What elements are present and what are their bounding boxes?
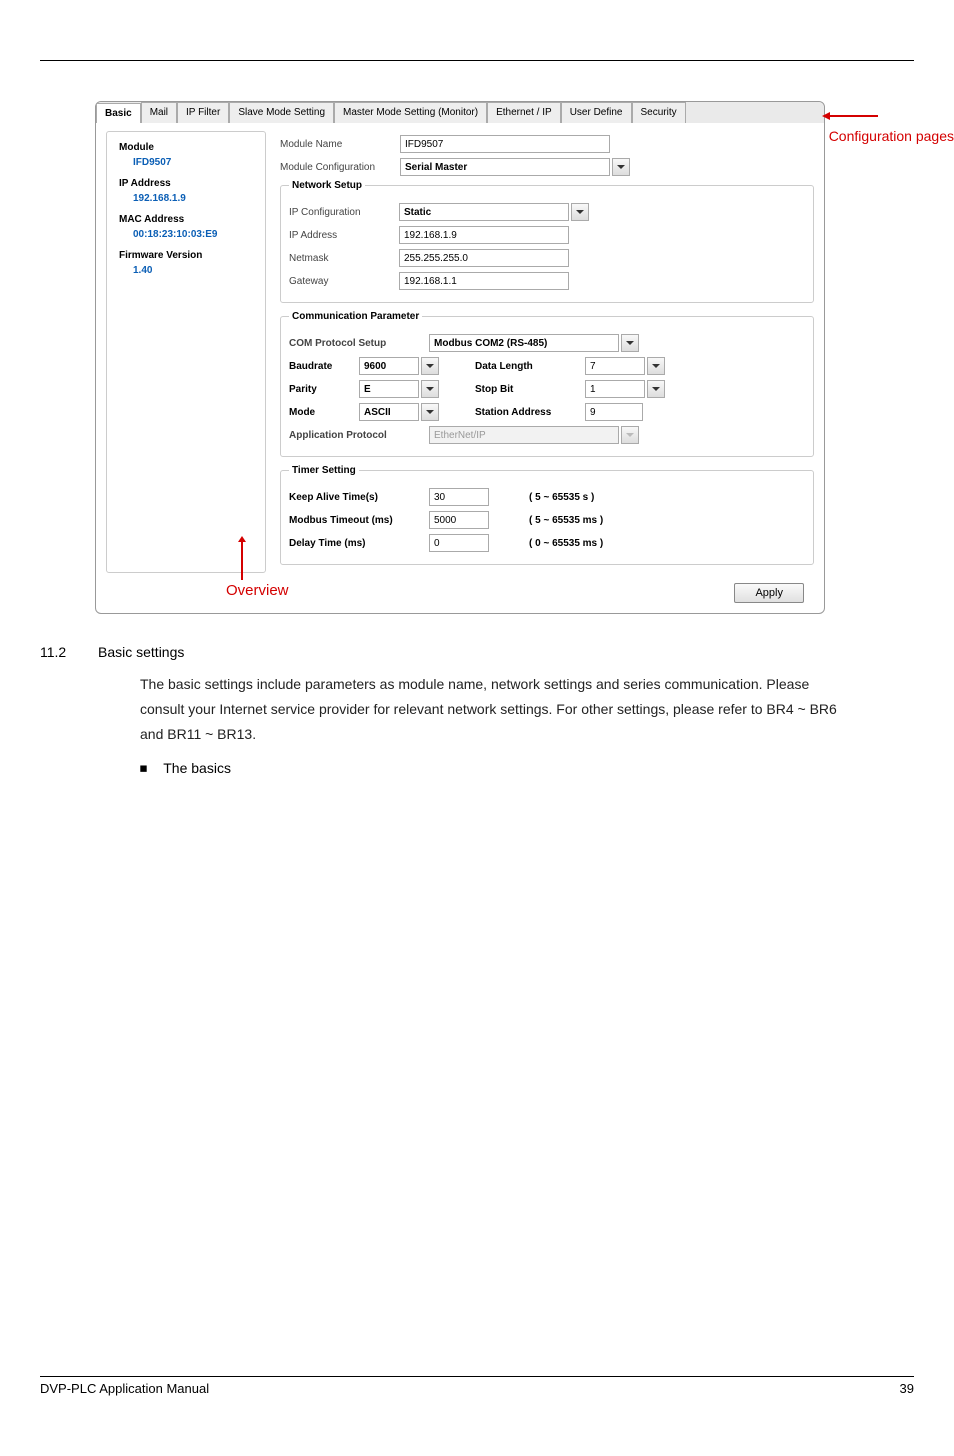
- application-protocol-label: Application Protocol: [289, 430, 429, 441]
- overview-module-label: Module: [119, 142, 253, 153]
- ip-config-dropdown[interactable]: [571, 203, 589, 221]
- module-config-dropdown[interactable]: [612, 158, 630, 176]
- overview-ip-value: 192.168.1.9: [133, 193, 253, 204]
- section-text: The basic settings include parameters as…: [140, 672, 854, 748]
- footer-manual-title: DVP-PLC Application Manual: [40, 1381, 209, 1396]
- annotation-config-pages: Configuration pages: [829, 128, 954, 144]
- parity-select[interactable]: [359, 380, 419, 398]
- network-setup-group: Network Setup IP Configuration IP Addres…: [280, 180, 814, 303]
- network-legend: Network Setup: [289, 180, 365, 191]
- module-config-label: Module Configuration: [280, 162, 400, 173]
- mode-select[interactable]: [359, 403, 419, 421]
- delay-time-range: ( 0 ~ 65535 ms ): [529, 538, 603, 549]
- tab-master-mode[interactable]: Master Mode Setting (Monitor): [334, 102, 487, 123]
- mode-label: Mode: [289, 407, 359, 418]
- netmask-input[interactable]: [399, 249, 569, 267]
- chevron-down-icon: [426, 387, 434, 391]
- footer-page-number: 39: [900, 1381, 914, 1396]
- mode-dropdown[interactable]: [421, 403, 439, 421]
- overview-mac-value: 00:18:23:10:03:E9: [133, 229, 253, 240]
- annotation-arrow-config: [822, 112, 830, 120]
- data-length-label: Data Length: [475, 361, 585, 372]
- tab-slave-mode[interactable]: Slave Mode Setting: [229, 102, 334, 123]
- chevron-down-icon: [426, 410, 434, 414]
- station-address-input[interactable]: [585, 403, 643, 421]
- data-length-dropdown[interactable]: [647, 357, 665, 375]
- overview-mac-label: MAC Address: [119, 214, 253, 225]
- station-address-label: Station Address: [475, 407, 585, 418]
- tab-security[interactable]: Security: [632, 102, 686, 123]
- config-tabs: Basic Mail IP Filter Slave Mode Setting …: [96, 102, 824, 123]
- gateway-label: Gateway: [289, 276, 399, 287]
- baudrate-label: Baudrate: [289, 361, 359, 372]
- parity-dropdown[interactable]: [421, 380, 439, 398]
- comm-legend: Communication Parameter: [289, 311, 422, 322]
- parity-label: Parity: [289, 384, 359, 395]
- timer-legend: Timer Setting: [289, 465, 359, 476]
- chevron-down-icon: [626, 433, 634, 437]
- keep-alive-range: ( 5 ~ 65535 s ): [529, 492, 594, 503]
- tab-ethernet-ip[interactable]: Ethernet / IP: [487, 102, 561, 123]
- section-number: 11.2: [40, 644, 98, 660]
- keep-alive-input[interactable]: [429, 488, 489, 506]
- chevron-down-icon: [576, 210, 584, 214]
- apply-button[interactable]: Apply: [734, 583, 804, 603]
- com-protocol-select[interactable]: [429, 334, 619, 352]
- overview-module-value: IFD9507: [133, 157, 253, 168]
- com-protocol-label: COM Protocol Setup: [289, 338, 429, 349]
- overview-fw-label: Firmware Version: [119, 250, 253, 261]
- overview-ip-label: IP Address: [119, 178, 253, 189]
- bullet-icon: ■: [140, 760, 148, 775]
- delay-time-label: Delay Time (ms): [289, 538, 429, 549]
- bullet-basics: The basics: [163, 760, 231, 776]
- basic-settings-window: Configuration pages Basic Mail IP Filter…: [95, 101, 825, 614]
- ip-config-select[interactable]: [399, 203, 569, 221]
- tab-mail[interactable]: Mail: [141, 102, 177, 123]
- ip-address-input[interactable]: [399, 226, 569, 244]
- overview-sidebar: Module IFD9507 IP Address 192.168.1.9 MA…: [106, 131, 266, 573]
- chevron-down-icon: [652, 387, 660, 391]
- chevron-down-icon: [426, 364, 434, 368]
- modbus-timeout-input[interactable]: [429, 511, 489, 529]
- tab-ip-filter[interactable]: IP Filter: [177, 102, 229, 123]
- chevron-down-icon: [617, 165, 625, 169]
- netmask-label: Netmask: [289, 253, 399, 264]
- annotation-arrow-overview: [241, 542, 243, 580]
- timer-setting-group: Timer Setting Keep Alive Time(s) ( 5 ~ 6…: [280, 465, 814, 565]
- module-name-input[interactable]: [400, 135, 610, 153]
- modbus-timeout-range: ( 5 ~ 65535 ms ): [529, 515, 603, 526]
- overview-fw-value: 1.40: [133, 265, 253, 276]
- ip-config-label: IP Configuration: [289, 207, 399, 218]
- baudrate-dropdown[interactable]: [421, 357, 439, 375]
- tab-basic[interactable]: Basic: [96, 103, 141, 124]
- chevron-down-icon: [626, 341, 634, 345]
- stop-bit-label: Stop Bit: [475, 384, 585, 395]
- communication-param-group: Communication Parameter COM Protocol Set…: [280, 311, 814, 457]
- application-protocol-select: [429, 426, 619, 444]
- keep-alive-label: Keep Alive Time(s): [289, 492, 429, 503]
- delay-time-input[interactable]: [429, 534, 489, 552]
- modbus-timeout-label: Modbus Timeout (ms): [289, 515, 429, 526]
- com-protocol-dropdown[interactable]: [621, 334, 639, 352]
- tab-user-define[interactable]: User Define: [561, 102, 632, 123]
- stop-bit-dropdown[interactable]: [647, 380, 665, 398]
- ip-address-label: IP Address: [289, 230, 399, 241]
- annotation-overview: Overview: [226, 582, 289, 599]
- module-name-label: Module Name: [280, 139, 400, 150]
- application-protocol-dropdown: [621, 426, 639, 444]
- stop-bit-select[interactable]: [585, 380, 645, 398]
- data-length-select[interactable]: [585, 357, 645, 375]
- gateway-input[interactable]: [399, 272, 569, 290]
- baudrate-select[interactable]: [359, 357, 419, 375]
- chevron-down-icon: [652, 364, 660, 368]
- section-title: Basic settings: [98, 644, 184, 660]
- page-footer: DVP-PLC Application Manual 39: [40, 1376, 914, 1396]
- module-config-select[interactable]: [400, 158, 610, 176]
